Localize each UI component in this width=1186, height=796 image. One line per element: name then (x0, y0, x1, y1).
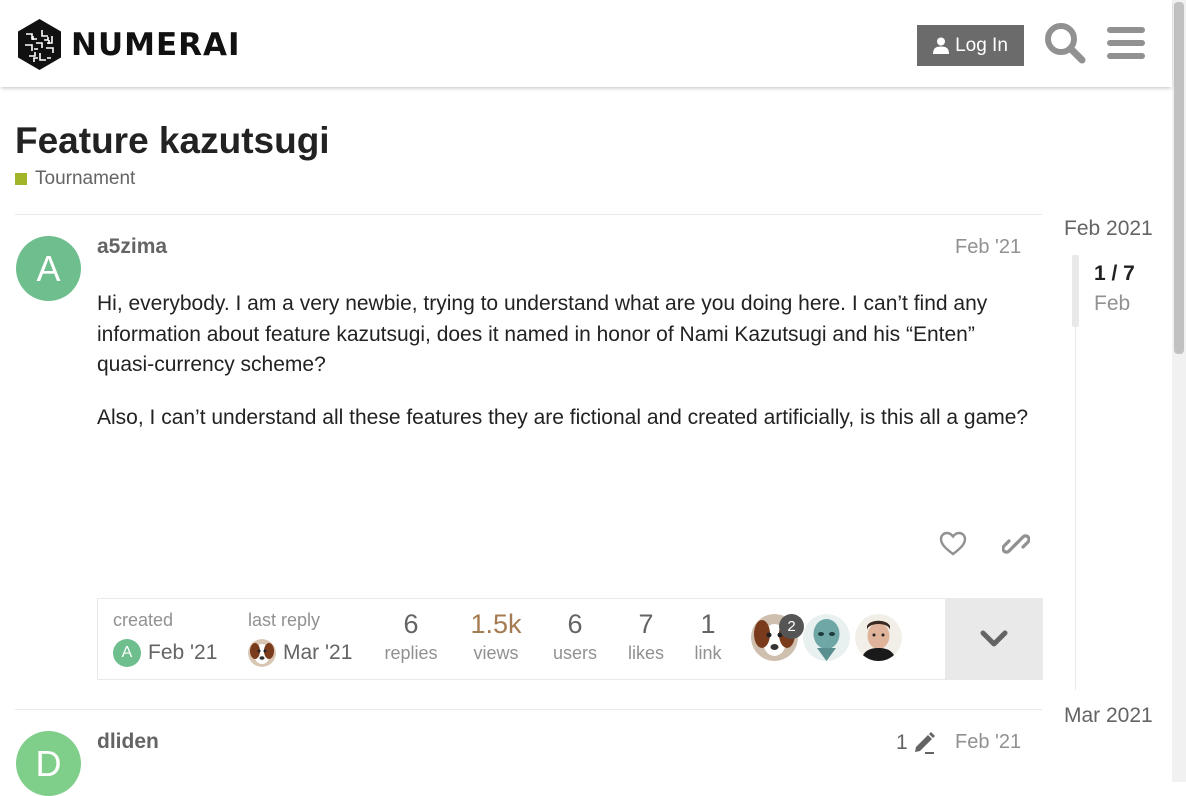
timeline-scroller-handle[interactable] (1072, 255, 1079, 327)
post-date[interactable]: Feb '21 (955, 236, 1021, 259)
post-paragraph: Hi, everybody. I am a very newbie, tryin… (97, 292, 988, 376)
likes-count: 7 (638, 609, 654, 639)
site-header: NUMERAI Log In (0, 0, 1172, 87)
created-label: created (113, 610, 174, 630)
post-author[interactable]: a5zima (97, 235, 167, 259)
edit-count: 1 (896, 731, 908, 754)
created-date[interactable]: Feb '21 (148, 641, 217, 665)
timeline-end-date[interactable]: Mar 2021 (1064, 704, 1153, 728)
post-date[interactable]: Feb '21 (955, 731, 1021, 754)
users-label: users (552, 643, 597, 663)
link-icon[interactable] (1002, 530, 1030, 558)
login-button[interactable]: Log In (917, 25, 1024, 66)
post-body: Hi, everybody. I am a very newbie, tryin… (97, 289, 1032, 455)
avatar[interactable]: D (16, 731, 81, 796)
category-color-swatch (15, 173, 27, 185)
timeline-start-date[interactable]: Feb 2021 (1064, 217, 1153, 241)
views-count: 1.5k (470, 609, 522, 639)
hamburger-menu-icon[interactable] (1107, 26, 1145, 60)
pencil-icon (914, 732, 935, 754)
site-logo[interactable]: NUMERAI (16, 18, 241, 71)
last-reply-label: last reply (248, 610, 321, 630)
topic-map: created A Feb '21 last reply Mar '21 6 r… (97, 598, 1043, 680)
views-label: views (473, 643, 519, 663)
user-icon (933, 37, 950, 54)
category-label: Tournament (35, 168, 136, 189)
post-divider (15, 709, 1042, 710)
last-reply-date[interactable]: Mar '21 (283, 641, 352, 665)
replies-stat: 6 replies (373, 609, 449, 664)
users-stat: 6 users (538, 609, 612, 664)
participant-avatar[interactable] (803, 614, 850, 661)
participant-post-count-badge: 2 (779, 614, 804, 639)
replies-label: replies (384, 643, 438, 663)
brand-name: NUMERAI (71, 26, 241, 63)
links-stat: 1 link (683, 609, 733, 664)
avatar[interactable]: A (16, 236, 81, 301)
timeline-month: Feb (1094, 292, 1131, 315)
topic-category[interactable]: Tournament (15, 168, 135, 190)
links-count: 1 (700, 609, 716, 639)
post-divider (15, 214, 1042, 215)
avatar-letter: A (36, 247, 61, 289)
timeline-position: 1 / 7 (1094, 262, 1135, 285)
links-label: link (694, 643, 722, 663)
login-label: Log In (955, 34, 1008, 56)
users-count: 6 (567, 609, 583, 639)
creator-avatar[interactable]: A (113, 639, 141, 667)
participant-avatar[interactable] (855, 614, 902, 661)
avatar-letter: D (35, 742, 62, 784)
creator-avatar-letter: A (121, 644, 133, 661)
expand-summary-button[interactable] (945, 598, 1043, 680)
last-reply-avatar[interactable] (248, 639, 276, 667)
edit-history-button[interactable]: 1 (896, 731, 936, 755)
replies-count: 6 (403, 609, 419, 639)
scrollbar-thumb[interactable] (1174, 2, 1184, 354)
likes-stat: 7 likes (618, 609, 674, 664)
numerai-logo-icon (18, 19, 61, 70)
post-author[interactable]: dliden (97, 730, 159, 754)
likes-label: likes (627, 643, 664, 663)
search-icon[interactable] (1044, 22, 1086, 64)
views-stat: 1.5k views (458, 609, 534, 664)
post-paragraph: Also, I can’t understand all these featu… (97, 405, 1029, 429)
like-heart-icon[interactable] (939, 530, 967, 558)
topic-title[interactable]: Feature kazutsugi (15, 120, 330, 162)
chevron-down-icon (980, 630, 1008, 647)
